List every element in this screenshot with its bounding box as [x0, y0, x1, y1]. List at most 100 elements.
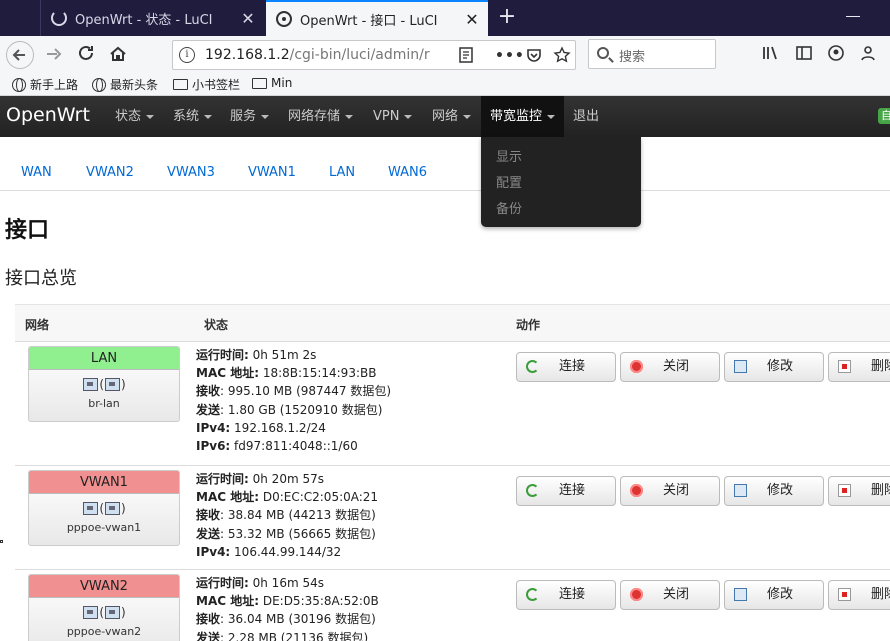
url-text[interactable]: 192.168.1.2/cgi-bin/luci/admin/r	[205, 47, 455, 63]
back-button[interactable]	[6, 41, 34, 69]
folder-icon	[252, 77, 267, 89]
reconnect-button[interactable]: 连接	[516, 476, 616, 506]
interface-device: pppoe-vwan2	[66, 625, 142, 638]
edit-button[interactable]: 修改	[724, 476, 824, 506]
menu-label: 带宽监控	[490, 109, 543, 124]
bookmark-folder[interactable]: Min	[252, 76, 292, 90]
library-icon[interactable]	[760, 44, 782, 66]
reload-icon	[526, 484, 539, 497]
stop-icon	[630, 360, 643, 373]
interface-device: br-lan	[88, 397, 120, 410]
status-line: MAC 地址: DE:D5:35:8A:52:0B	[196, 592, 379, 610]
device-icons: ()	[29, 605, 179, 623]
menu-nas[interactable]: 网络存储	[279, 96, 362, 137]
button-label: 删除	[871, 483, 890, 498]
menu-bandwidth-monitor[interactable]: 带宽监控	[481, 96, 565, 137]
status-value: 106.44.99.144/32	[230, 544, 342, 559]
shutdown-button[interactable]: 关闭	[620, 580, 720, 610]
menu-label: 状态	[115, 109, 142, 124]
button-label: 连接	[559, 587, 586, 602]
shutdown-button[interactable]: 关闭	[620, 352, 720, 382]
luci-header: OpenWrt 状态 系统 服务 网络存储 VPN 网络 带宽监控 退出 自	[0, 96, 890, 137]
interface-name: LAN	[29, 347, 179, 370]
switch-icon	[105, 378, 120, 391]
bookmark-folder[interactable]: 小书签栏	[173, 76, 240, 93]
close-tab-icon[interactable]: ✕	[238, 9, 258, 28]
tab-lan[interactable]: LAN	[329, 165, 355, 180]
status-key: 发送	[196, 402, 221, 417]
edit-button[interactable]: 修改	[724, 352, 824, 382]
browser-toolbar: i 192.168.1.2/cgi-bin/luci/admin/r ••• 搜…	[0, 36, 890, 74]
status-value: 18:8B:15:14:93:BB	[259, 366, 377, 381]
menu-network[interactable]: 网络	[423, 96, 480, 137]
status-value: : 38.84 MB (44213 数据包)	[220, 508, 376, 523]
minimize-window-icon[interactable]	[846, 16, 860, 17]
bookmarks-toolbar: 新手上路 最新头条 小书签栏 Min	[0, 74, 890, 96]
delete-button[interactable]: 删除	[828, 580, 890, 610]
table-row: LAN () br-lan 运行时间: 0h 51m 2s MAC 地址: 18…	[15, 342, 890, 466]
status-line: MAC 地址: D0:EC:C2:05:0A:21	[196, 488, 378, 506]
new-tab-button[interactable]: +	[495, 4, 519, 30]
status-line: 发送: 53.32 MB (56665 数据包)	[196, 525, 378, 543]
interface-badge-vwan1: VWAN1 () pppoe-vwan1	[28, 470, 180, 546]
address-bar[interactable]: i 192.168.1.2/cgi-bin/luci/admin/r •••	[172, 40, 576, 70]
delete-icon	[838, 484, 851, 497]
bookmark-star-icon[interactable]	[551, 46, 573, 66]
dropdown-item-display[interactable]: 显示	[481, 145, 641, 171]
tab-vwan1[interactable]: VWAN1	[248, 165, 296, 180]
menu-status[interactable]: 状态	[106, 96, 163, 137]
reload-icon	[526, 360, 539, 373]
status-value: : 36.04 MB (30196 数据包)	[220, 612, 376, 627]
menu-vpn[interactable]: VPN	[364, 96, 421, 137]
delete-button[interactable]: 删除	[828, 476, 890, 506]
status-key: MAC 地址:	[196, 490, 260, 505]
menu-services[interactable]: 服务	[221, 96, 278, 137]
section-title: 接口总览	[5, 268, 77, 289]
reload-button[interactable]	[72, 41, 100, 69]
site-info-icon[interactable]: i	[179, 47, 195, 63]
delete-button[interactable]: 删除	[828, 352, 890, 382]
close-tab-icon[interactable]: ✕	[462, 10, 482, 29]
tab-wan6[interactable]: WAN6	[388, 165, 427, 180]
menu-logout[interactable]: 退出	[564, 96, 608, 137]
page-actions-icon[interactable]: •••	[495, 46, 524, 66]
reload-icon	[79, 45, 93, 60]
tab-vwan3[interactable]: VWAN3	[167, 165, 215, 180]
bookmark-item[interactable]: 最新头条	[92, 76, 158, 93]
auto-refresh-badge[interactable]: 自	[878, 108, 890, 124]
dropdown-item-config[interactable]: 配置	[481, 171, 641, 197]
menu-label: 系统	[173, 109, 200, 124]
screenshot-icon[interactable]	[857, 44, 879, 66]
browser-tab-status[interactable]: OpenWrt - 状态 - LuCI ✕	[40, 0, 264, 36]
search-input[interactable]: 搜索	[588, 39, 716, 69]
status-line: 运行时间: 0h 51m 2s	[196, 346, 391, 364]
arrow-left-icon	[12, 49, 25, 61]
interfaces-table-header: 网络 状态 动作	[15, 304, 890, 342]
brand-logo[interactable]: OpenWrt	[6, 104, 90, 126]
status-key: 发送	[196, 526, 221, 541]
reconnect-button[interactable]: 连接	[516, 352, 616, 382]
reconnect-button[interactable]: 连接	[516, 580, 616, 610]
reader-view-icon[interactable]	[455, 46, 477, 66]
button-label: 修改	[767, 483, 794, 498]
account-icon[interactable]	[825, 44, 847, 66]
forward-button[interactable]	[40, 41, 68, 69]
sidebar-icon[interactable]	[793, 44, 815, 66]
browser-tab-interfaces[interactable]: OpenWrt - 接口 - LuCI ✕	[266, 0, 488, 36]
home-button[interactable]	[104, 41, 132, 69]
edit-button[interactable]: 修改	[724, 580, 824, 610]
menu-label: 网络	[432, 109, 459, 124]
bookmark-label: Min	[271, 76, 293, 90]
status-key: 发送	[196, 630, 221, 641]
tab-wan[interactable]: WAN	[21, 165, 52, 180]
menu-system[interactable]: 系统	[164, 96, 221, 137]
interface-status-info: 运行时间: 0h 16m 54s MAC 地址: DE:D5:35:8A:52:…	[196, 574, 379, 641]
status-key: MAC 地址:	[196, 366, 260, 381]
tab-vwan2[interactable]: VWAN2	[86, 165, 134, 180]
shutdown-button[interactable]: 关闭	[620, 476, 720, 506]
status-key: IPv4:	[196, 420, 231, 435]
status-value: 0h 16m 54s	[248, 576, 324, 590]
bookmark-item[interactable]: 新手上路	[12, 76, 78, 93]
pocket-icon[interactable]	[523, 46, 545, 66]
dropdown-item-backup[interactable]: 备份	[481, 197, 641, 223]
